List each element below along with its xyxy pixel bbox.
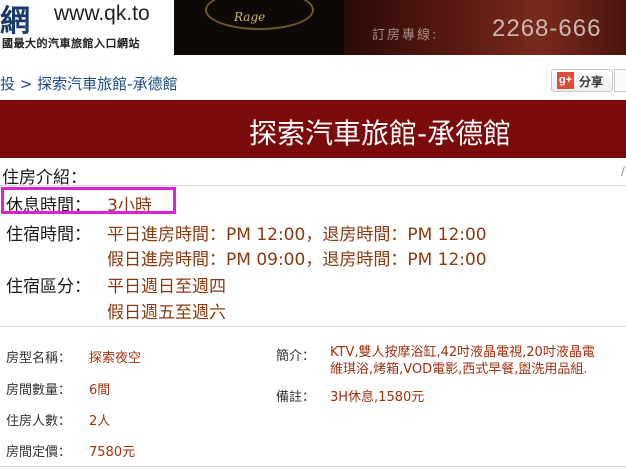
logo-character: 網 (0, 4, 30, 39)
room-count-label: 房間數量： (6, 383, 72, 398)
stay-time-label: 住宿時間： (6, 225, 91, 245)
room-note-value: 3H休息,1580元 (330, 390, 425, 405)
room-note-label: 備註： (276, 390, 316, 405)
page-title: 探索汽車旅館-承德館 (249, 117, 512, 150)
logo-url: www.qk.to (54, 2, 150, 25)
room-intro-line1: KTV,雙人按摩浴缸,42吋液晶電視,20吋液晶電 (330, 345, 595, 360)
room-type-value: 探索夜空 (89, 351, 142, 366)
section-divider (0, 326, 626, 327)
room-guests-value: 2人 (89, 414, 111, 429)
title-bar: 探索汽車旅館-承德館 (0, 100, 626, 158)
phone-label: 訂房專線: (372, 28, 439, 43)
breadcrumb-parent-link[interactable]: 投 (0, 75, 15, 93)
site-logo[interactable]: 網 www.qk.to 國最大的汽車旅館入口網站 (0, 0, 172, 55)
period-weekday: 平日週日至週四 (107, 277, 226, 297)
stay-holiday-time: 假日進房時間：PM 09:00，退房時間：PM 12:00 (107, 250, 487, 270)
rage-logo-text: Rage (234, 10, 266, 24)
room-count-value: 6間 (89, 383, 111, 398)
stay-weekday-time: 平日進房時間：PM 12:00，退房時間：PM 12:00 (107, 225, 487, 245)
period-holiday: 假日週五至週六 (107, 303, 226, 323)
stay-period-label: 住宿區分： (6, 277, 91, 297)
highlight-box (1, 187, 176, 214)
phone-number: 2268-666 (492, 15, 602, 42)
logo-tagline: 國最大的汽車旅館入口網站 (2, 37, 140, 50)
right-edge-mark: ∕ (621, 164, 626, 178)
google-plus-share-button[interactable]: g+ 分享 (551, 69, 613, 92)
room-price-value: 7580元 (89, 445, 136, 460)
header-banner: 網 www.qk.to 國最大的汽車旅館入口網站 Rage 訂房專線: 2268… (0, 0, 626, 55)
breadcrumb-row: 投 > 探索汽車旅館-承德館 g+ 分享 (0, 64, 626, 98)
bottom-divider (0, 466, 626, 467)
divider-line (0, 185, 626, 186)
room-intro-label: 簡介： (276, 349, 316, 364)
share-label: 分享 (579, 75, 604, 89)
breadcrumb-separator: > (19, 75, 33, 93)
google-plus-icon: g+ (557, 72, 574, 89)
room-guests-label: 住房人數： (6, 414, 72, 429)
breadcrumb: 投 > 探索汽車旅館-承德館 (0, 73, 178, 94)
room-intro-line2: 維琪浴,烤箱,VOD電影,西式早餐,盥洗用品組. (330, 362, 588, 377)
room-type-label: 房型名稱： (6, 351, 72, 366)
breadcrumb-current-link[interactable]: 探索汽車旅館-承德館 (37, 75, 177, 93)
room-price-label: 房間定價： (6, 445, 72, 460)
share-count-box (614, 69, 626, 92)
